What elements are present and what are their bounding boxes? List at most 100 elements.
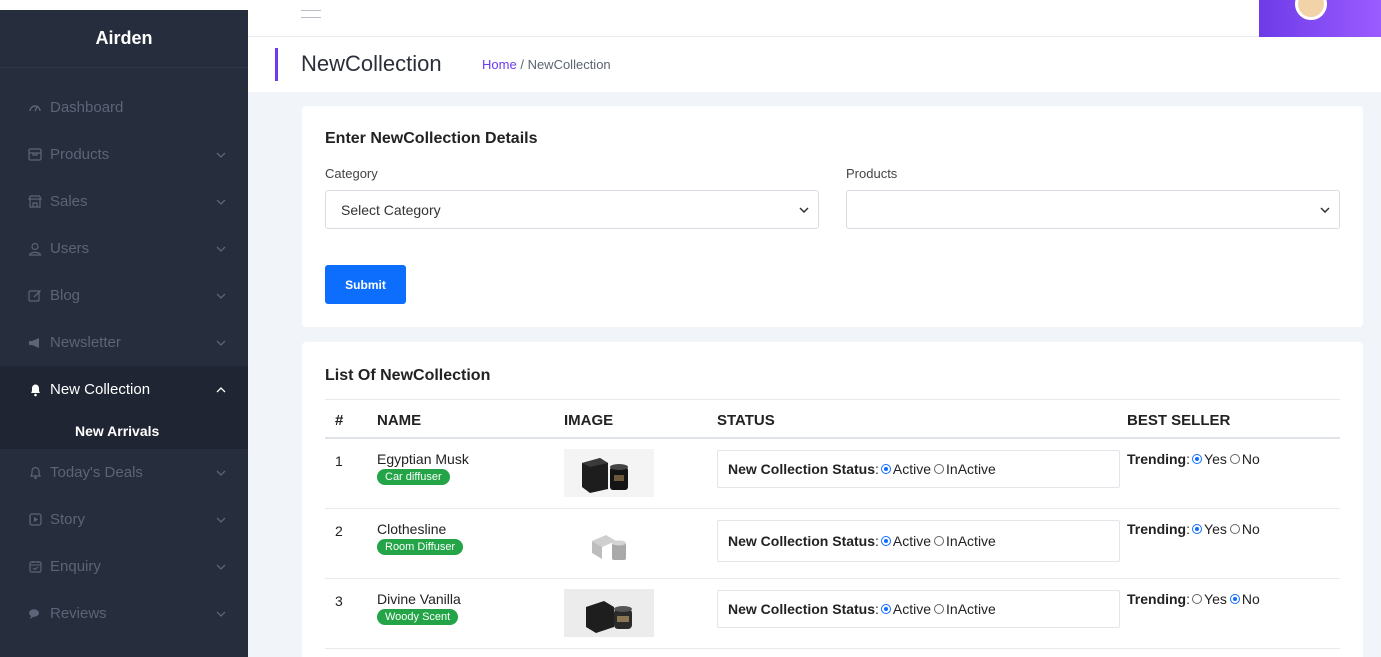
trending-label: Trending (1127, 521, 1187, 537)
sidebar-item-enquiry[interactable]: Enquiry (0, 543, 248, 590)
menu-toggle-icon[interactable] (301, 10, 321, 18)
breadcrumb-home-link[interactable]: Home (482, 57, 517, 72)
chevron-down-icon (1320, 204, 1330, 216)
sidebar-item-products[interactable]: Products (0, 131, 248, 178)
trending-group: Trending: Yes No (1127, 521, 1260, 537)
new-collection-list-card: List Of NewCollection # NAME IMAGE STATU… (302, 342, 1363, 657)
product-name: Clothesline (377, 521, 447, 537)
product-image (564, 449, 654, 497)
column-header-status: STATUS (717, 412, 775, 429)
status-active-label: Active (892, 533, 932, 549)
box-icon (27, 147, 43, 163)
sidebar-item-sales[interactable]: Sales (0, 178, 248, 225)
status-inactive-label: InActive (946, 533, 996, 549)
sidebar-item-label: Reviews (50, 605, 107, 622)
avatar[interactable] (1295, 0, 1327, 20)
product-name-cell: Egyptian Musk Car diffuser (377, 451, 469, 485)
product-name: Egyptian Musk (377, 451, 469, 467)
column-header-number: # (335, 412, 344, 429)
table-row: 3 Divine Vanilla Woody Scent New Collect… (325, 579, 1340, 649)
sidebar-item-label: Dashboard (50, 99, 124, 116)
trending-label: Trending (1127, 591, 1187, 607)
page-title: NewCollection (301, 51, 442, 76)
trending-group: Trending: Yes No (1127, 591, 1260, 607)
sidebar-item-todays-deals[interactable]: Today's Deals (0, 449, 248, 496)
sidebar-item-users[interactable]: Users (0, 225, 248, 272)
user-icon (27, 241, 43, 257)
chevron-down-icon (216, 243, 226, 255)
play-box-icon (27, 512, 43, 528)
category-badge: Room Diffuser (377, 539, 464, 555)
sidebar-subitem-new-arrivals[interactable]: New Arrivals (0, 413, 248, 449)
status-active-label: Active (892, 461, 932, 477)
sidebar-item-story[interactable]: Story (0, 496, 248, 543)
status-inactive-radio[interactable] (934, 536, 945, 546)
list-title: List Of NewCollection (325, 367, 491, 384)
sidebar-item-label: Blog (50, 287, 81, 304)
product-name-cell: Clothesline Room Diffuser (377, 521, 464, 555)
breadcrumb: Home / NewCollection (482, 57, 611, 72)
edit-icon (27, 288, 43, 304)
category-select[interactable]: Select Category (325, 190, 819, 229)
table-row: 1 Egyptian Musk Car diffuser New Collect… (325, 439, 1340, 509)
trending-no-label: No (1241, 591, 1260, 607)
bell-outline-icon (27, 465, 43, 481)
product-image (564, 589, 654, 637)
cloud-gauge-icon (27, 100, 43, 116)
new-collection-status-group: New Collection Status: Active InActive (717, 590, 1120, 628)
category-badge: Car diffuser (377, 469, 450, 485)
status-active-radio[interactable] (880, 464, 891, 474)
sidebar-item-dashboard[interactable]: Dashboard (0, 84, 248, 131)
trending-yes-label: Yes (1204, 451, 1227, 467)
breadcrumb-current: NewCollection (527, 57, 611, 72)
status-inactive-radio[interactable] (934, 464, 945, 474)
chevron-down-icon (216, 290, 226, 302)
chevron-down-icon (216, 561, 226, 573)
sidebar-item-label: Users (50, 240, 90, 257)
trending-no-radio[interactable] (1229, 454, 1240, 464)
sidebar-item-label: Story (50, 511, 86, 528)
trending-yes-radio[interactable] (1192, 454, 1203, 464)
topbar (248, 0, 1381, 46)
sidebar-nav: Dashboard Products Sales Users Blog News… (0, 84, 248, 637)
sidebar-item-reviews[interactable]: Reviews (0, 590, 248, 637)
calendar-icon (27, 559, 43, 575)
products-label: Products (846, 166, 898, 181)
trending-yes-radio[interactable] (1192, 524, 1203, 534)
chevron-down-icon (216, 196, 226, 208)
status-inactive-radio[interactable] (934, 604, 945, 614)
sidebar-item-newsletter[interactable]: Newsletter (0, 319, 248, 366)
status-label: New Collection Status (728, 461, 876, 477)
diffuser-image (564, 519, 654, 567)
sidebar-item-blog[interactable]: Blog (0, 272, 248, 319)
breadcrumb-separator: / (520, 57, 524, 72)
status-active-radio[interactable] (880, 604, 891, 614)
product-name-cell: Divine Vanilla Woody Scent (377, 591, 461, 625)
trending-yes-label: Yes (1204, 521, 1227, 537)
column-header-best-seller: BEST SELLER (1127, 412, 1231, 429)
products-select[interactable] (846, 190, 1340, 229)
title-accent-bar (275, 48, 278, 81)
sidebar-item-label: Sales (50, 193, 88, 210)
chevron-down-icon (216, 337, 226, 349)
trending-no-radio[interactable] (1229, 524, 1240, 534)
chevron-down-icon (216, 149, 226, 161)
new-collection-table: # NAME IMAGE STATUS BEST SELLER 1 Egypti… (325, 399, 1340, 649)
table-row: 2 Clothesline Room Diffuser New Collecti… (325, 509, 1340, 579)
submit-button[interactable]: Submit (325, 265, 406, 304)
trending-yes-radio[interactable] (1192, 594, 1203, 604)
brand-logo[interactable]: Airden (0, 10, 248, 68)
chevron-down-icon (216, 467, 226, 479)
status-label: New Collection Status (728, 601, 876, 617)
trending-no-label: No (1241, 521, 1260, 537)
store-icon (27, 194, 43, 210)
row-number: 3 (335, 593, 343, 609)
trending-no-radio[interactable] (1229, 594, 1240, 604)
category-select-value: Select Category (341, 201, 441, 218)
status-label: New Collection Status (728, 533, 876, 549)
status-active-radio[interactable] (880, 536, 891, 546)
sidebar-item-label: Enquiry (50, 558, 101, 575)
sidebar-item-new-collection[interactable]: New Collection (0, 366, 248, 413)
product-name: Divine Vanilla (377, 591, 461, 607)
sidebar-item-label: Newsletter (50, 334, 121, 351)
